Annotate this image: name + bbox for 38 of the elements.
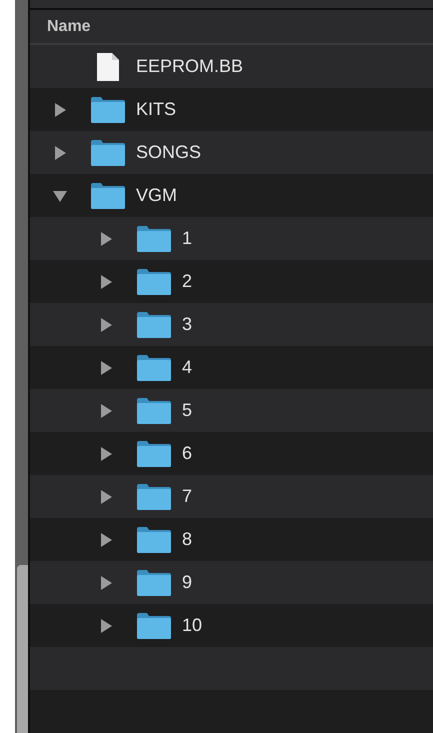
folder-icon — [136, 612, 172, 638]
item-name: 6 — [182, 442, 192, 465]
item-name: 10 — [182, 614, 202, 637]
item-name: 1 — [182, 227, 192, 250]
folder-icon — [136, 526, 172, 552]
item-name: 2 — [182, 270, 192, 293]
item-name: 7 — [182, 485, 192, 508]
tree-row[interactable]: 3 — [30, 303, 433, 346]
folder-icon — [136, 268, 172, 294]
folder-icon — [90, 182, 126, 208]
scroll-thumb[interactable] — [17, 565, 28, 733]
item-name: 8 — [182, 528, 192, 551]
item-name: SONGS — [136, 141, 202, 164]
column-header-label: Name — [47, 16, 91, 37]
folder-icon — [90, 96, 126, 122]
item-name: 3 — [182, 313, 192, 336]
folder-icon — [136, 312, 172, 338]
folder-icon — [136, 570, 172, 596]
item-name: 4 — [182, 356, 192, 379]
document-icon — [97, 52, 119, 80]
item-name: EEPROM.BB — [136, 55, 244, 78]
tree-row[interactable]: 9 — [30, 561, 433, 604]
tree-row[interactable]: 1 — [30, 217, 433, 260]
item-name: VGM — [136, 184, 178, 207]
item-name: 5 — [182, 399, 192, 422]
tree-row[interactable]: 7 — [30, 475, 433, 518]
tree-row[interactable]: 5 — [30, 389, 433, 432]
folder-icon — [136, 398, 172, 424]
item-name: KITS — [136, 98, 176, 121]
tree-row[interactable]: EEPROM.BB — [30, 45, 433, 88]
folder-icon — [136, 484, 172, 510]
folder-icon — [136, 354, 172, 380]
column-header[interactable]: Name — [30, 10, 433, 45]
folder-icon — [90, 140, 126, 166]
item-name: 9 — [182, 571, 192, 594]
tree-row[interactable]: SONGS — [30, 131, 433, 174]
folder-icon — [136, 226, 172, 252]
folder-icon — [136, 440, 172, 466]
